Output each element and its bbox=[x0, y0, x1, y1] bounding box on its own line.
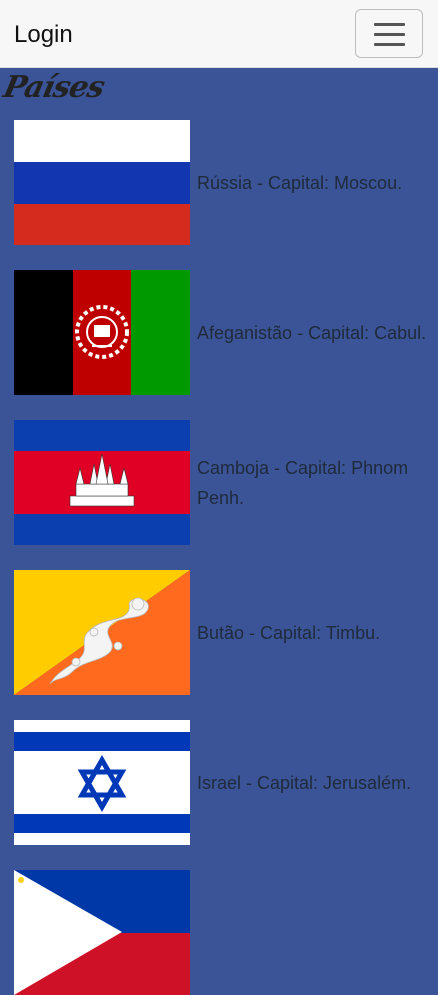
country-caption: Afeganistão - Capital: Cabul. bbox=[197, 322, 427, 343]
hamburger-menu-icon bbox=[374, 23, 405, 26]
list-item[interactable]: Israel - Capital: Jerusalém. bbox=[14, 720, 434, 845]
russia-flag-icon bbox=[14, 120, 190, 245]
list-item[interactable]: Camboja - Capital: Phnom Penh. bbox=[14, 420, 434, 545]
philippines-flag-icon bbox=[14, 870, 190, 995]
hamburger-menu-icon-bar bbox=[374, 33, 405, 36]
afghanistan-flag-icon bbox=[14, 270, 190, 395]
navbar-toggler-button[interactable] bbox=[355, 9, 423, 58]
bhutan-flag-icon bbox=[14, 570, 190, 695]
country-caption: Butão - Capital: Timbu. bbox=[197, 622, 381, 643]
country-caption: Rússia - Capital: Moscou. bbox=[197, 172, 403, 193]
hamburger-menu-icon-bar bbox=[374, 43, 405, 46]
list-item[interactable] bbox=[14, 870, 434, 995]
list-item[interactable]: Rússia - Capital: Moscou. bbox=[14, 120, 434, 245]
country-caption: Israel - Capital: Jerusalém. bbox=[197, 772, 412, 793]
cambodia-flag-icon bbox=[14, 420, 190, 545]
list-item[interactable]: Butão - Capital: Timbu. bbox=[14, 570, 434, 695]
israel-flag-icon bbox=[14, 720, 190, 845]
country-caption bbox=[197, 870, 432, 995]
login-link[interactable]: Login bbox=[14, 20, 73, 50]
list-item[interactable]: Afeganistão - Capital: Cabul. bbox=[14, 270, 434, 395]
country-caption: Camboja - Capital: Phnom Penh. bbox=[197, 457, 409, 508]
page-title: Países bbox=[0, 70, 108, 105]
navbar: Login bbox=[0, 0, 438, 68]
